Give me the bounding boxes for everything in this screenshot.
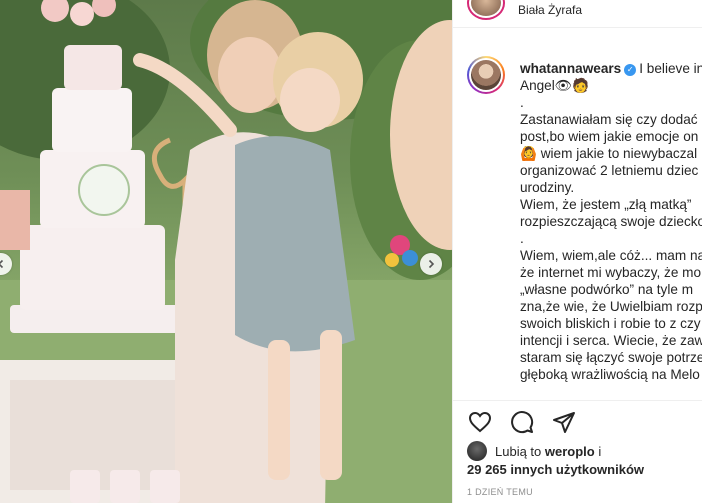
caption-line: swoich bliskich i robie to z czy	[520, 316, 701, 331]
caption-line: urodziny.	[520, 180, 575, 195]
post-header: Biała Żyrafa	[453, 0, 702, 28]
chevron-left-icon	[0, 259, 4, 269]
action-icons	[467, 409, 577, 435]
caption-text: whatannawears ✓ I believe in Angel👁🧑 . Zas…	[520, 60, 702, 383]
caption-line: Wiem, wiem,ale cóż... mam na	[520, 248, 702, 263]
caption-line: Angel👁🧑	[520, 78, 589, 93]
caption-line: .	[520, 231, 524, 246]
author-username[interactable]: whatannawears	[520, 61, 621, 76]
caption-line: staram się łączyć swoje potrze	[520, 350, 702, 365]
caption-line: głęboką wrażliwością na Melo	[520, 367, 700, 382]
verified-badge-icon: ✓	[624, 64, 637, 76]
caption-line: .	[520, 95, 524, 110]
paper-plane-icon	[553, 412, 575, 433]
comment-button[interactable]	[509, 409, 535, 435]
photo-scene	[0, 0, 452, 503]
author-avatar[interactable]	[467, 56, 505, 94]
heart-icon	[468, 411, 492, 433]
caption-line: rozpieszczającą swoje dziecko	[520, 214, 702, 229]
location-link[interactable]: Biała Żyrafa	[518, 3, 582, 17]
liker-username[interactable]: weroplo	[545, 444, 595, 459]
caption-line: „własne podwórko” na tyle m	[520, 282, 694, 297]
author-avatar-header[interactable]	[467, 0, 505, 20]
caption-line: post,bo wiem jakie emocje on	[520, 129, 699, 144]
comment-icon	[511, 411, 534, 434]
caption-line-text: I believe in	[639, 61, 702, 76]
story-ring	[469, 58, 503, 92]
caption-line: Zastanawiałam się czy dodać	[520, 112, 698, 127]
caption-section: whatannawears ✓ I believe in Angel👁🧑 . Zas…	[453, 48, 702, 400]
post-sidebar: Biała Żyrafa whatannawears ✓ I believe in …	[452, 0, 702, 503]
caption-line: 🙆 wiem jakie to niewybaczal	[520, 146, 698, 161]
avatar-image	[471, 60, 501, 90]
like-button[interactable]	[467, 409, 493, 435]
caption-line: Wiem, że jestem „złą matką”	[520, 197, 692, 212]
avatar-image	[471, 0, 501, 16]
liker-avatar[interactable]	[467, 441, 487, 461]
next-photo-button[interactable]	[420, 253, 442, 275]
caption-line: organizować 2 letniemu dziec	[520, 163, 699, 178]
caption-line: że internet mi wybaczy, że mo	[520, 265, 702, 280]
caption-line: zna,że wie, że Uwielbiam rozp	[520, 299, 702, 314]
post-timestamp[interactable]: 1 DZIEŃ TEMU	[467, 487, 533, 497]
likes-prefix: Lubią to	[495, 444, 542, 459]
post-actions: Lubią to weroplo i 29 265 innych użytkow…	[453, 400, 702, 503]
likes-suffix: i	[598, 444, 602, 459]
share-button[interactable]	[551, 409, 577, 435]
likes-line: Lubią to weroplo i	[495, 444, 601, 459]
caption-line: intencji i serca. Wiecie, że zaw	[520, 333, 702, 348]
chevron-right-icon	[428, 259, 435, 269]
caption-line-0: whatannawears ✓ I believe in	[520, 60, 702, 77]
likes-count-link[interactable]: 29 265 innych użytkowników	[467, 462, 644, 477]
post-photo[interactable]	[0, 0, 452, 503]
